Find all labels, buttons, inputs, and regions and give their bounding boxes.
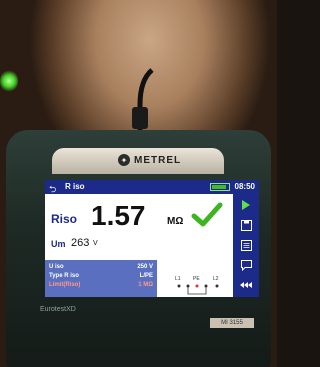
- photo-scene: ✦ METREL ⮌ R iso 08:50 Riso 1.57 MΩ Um 2…: [0, 0, 277, 367]
- limit-value: 1 MΩ: [138, 282, 153, 288]
- param-name: U iso: [49, 264, 64, 270]
- start-icon[interactable]: [237, 198, 255, 212]
- green-led: [0, 70, 18, 92]
- brand-mark-icon: ✦: [118, 154, 130, 166]
- title-bar: ⮌ R iso 08:50: [45, 180, 259, 194]
- terminal-diagram: L1 PE L2: [175, 276, 219, 295]
- um-value: 263: [71, 237, 90, 249]
- more-icon[interactable]: [237, 278, 255, 292]
- brand-logo: ✦ METREL: [118, 151, 198, 169]
- comment-icon[interactable]: [237, 258, 255, 272]
- save-icon[interactable]: [237, 218, 255, 232]
- param-value: L/PE: [139, 273, 153, 279]
- clock: 08:50: [234, 182, 255, 191]
- instrument-screen: ⮌ R iso 08:50 Riso 1.57 MΩ Um 263 V U is…: [45, 180, 259, 297]
- bezel-label: EurotestXD: [40, 306, 76, 313]
- terminal-label: L1: [175, 276, 181, 282]
- um-unit: V: [93, 240, 98, 247]
- screen-title: R iso: [65, 182, 85, 191]
- um-label: Um: [51, 239, 66, 249]
- cable: [132, 68, 154, 135]
- param-name: Type R iso: [49, 273, 79, 279]
- terminal-label: L2: [213, 276, 219, 282]
- parameters-panel[interactable]: U iso 250 V Type R iso L/PE Limit(Riso) …: [45, 260, 157, 297]
- riso-value: 1.57: [91, 200, 146, 231]
- brand-name: METREL: [134, 154, 182, 166]
- side-menu: [233, 194, 259, 297]
- result-panel: Riso 1.57 MΩ Um 263 V U iso 250 V Type R…: [45, 194, 233, 297]
- model-label: MI 3155: [210, 318, 254, 328]
- riso-unit: MΩ: [167, 216, 184, 227]
- param-value: 250 V: [137, 264, 153, 270]
- riso-label: Riso: [51, 212, 78, 226]
- list-icon[interactable]: [237, 238, 255, 252]
- limit-name: Limit(Riso): [49, 282, 81, 288]
- terminal-label: PE: [193, 276, 200, 282]
- battery-icon: [210, 183, 230, 191]
- pass-check-icon: [191, 202, 223, 227]
